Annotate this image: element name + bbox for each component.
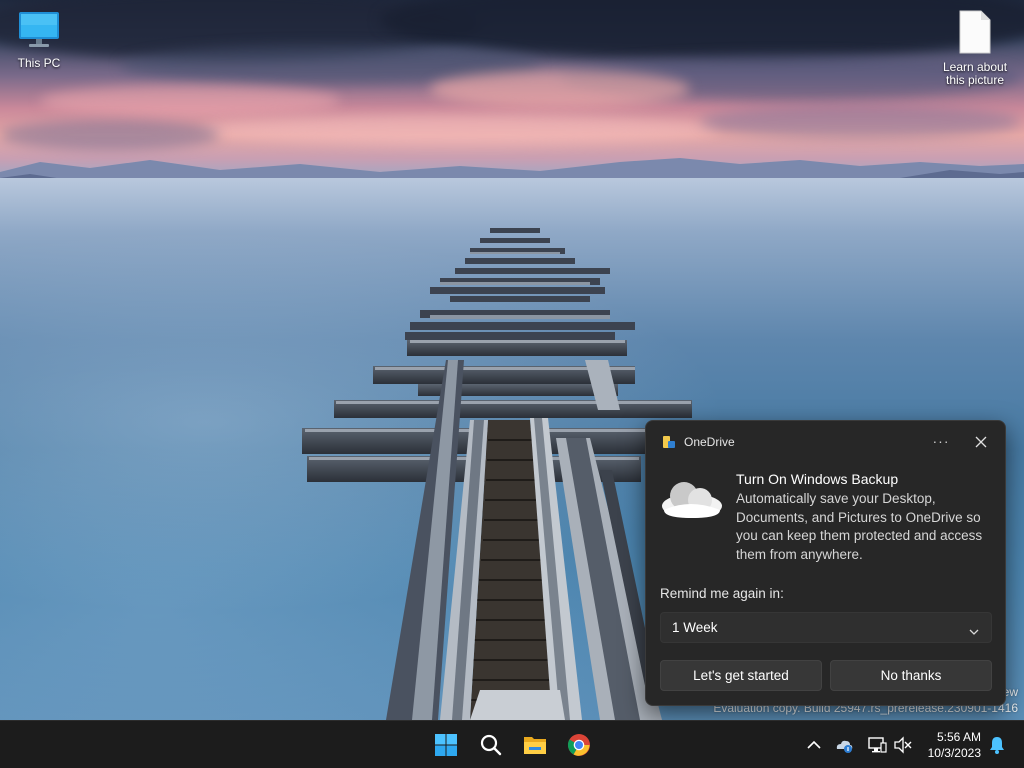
- remind-label: Remind me again in:: [660, 586, 784, 601]
- notification-app-name: OneDrive: [684, 435, 735, 449]
- desktop: This PC Learn about this picture ew Eval…: [0, 0, 1024, 768]
- clock-date: 10/3/2023: [927, 746, 981, 760]
- notification-title: Turn On Windows Backup: [736, 471, 899, 487]
- monitor-icon: [0, 10, 79, 53]
- clock-button[interactable]: 5:56 AM 10/3/2023: [928, 729, 981, 761]
- desktop-icon-this-pc[interactable]: This PC: [0, 10, 79, 70]
- desktop-icon-label: This PC: [17, 56, 61, 70]
- volume-button[interactable]: [893, 735, 913, 755]
- file-icon: [935, 10, 1015, 57]
- onedrive-app-icon: [662, 435, 676, 449]
- notification-center-button[interactable]: [987, 735, 1007, 755]
- taskbar: 5:56 AM 10/3/2023: [0, 720, 1024, 768]
- chevron-up-icon: [807, 740, 821, 749]
- start-button[interactable]: [428, 727, 464, 763]
- remind-interval-select[interactable]: 1 Week: [660, 612, 992, 643]
- network-button[interactable]: [867, 735, 887, 755]
- more-options-button[interactable]: ···: [927, 430, 955, 454]
- file-explorer-icon: [524, 737, 546, 754]
- close-icon: [975, 435, 987, 452]
- onedrive-cloud-icon: [660, 476, 724, 520]
- search-button[interactable]: [473, 727, 509, 763]
- notification-body: Automatically save your Desktop, Documen…: [736, 491, 983, 562]
- search-icon: [480, 734, 502, 756]
- start-icon: [435, 734, 457, 756]
- remind-interval-value: 1 Week: [672, 620, 718, 635]
- chevron-down-icon: [969, 623, 979, 641]
- network-icon: [868, 737, 887, 753]
- clock-time: 5:56 AM: [936, 730, 981, 744]
- chrome-button[interactable]: [561, 727, 597, 763]
- onedrive-backup-notification: OneDrive ··· Turn On Windows Backup Auto…: [645, 420, 1006, 706]
- desktop-icon-learn-about-picture[interactable]: Learn about this picture: [935, 10, 1015, 87]
- file-explorer-button[interactable]: [517, 727, 553, 763]
- chrome-icon: [567, 734, 590, 756]
- desktop-icon-label: Learn about this picture: [942, 60, 1008, 87]
- lets-get-started-button[interactable]: Let's get started: [660, 660, 822, 691]
- notification-header: OneDrive: [662, 434, 735, 450]
- close-notification-button[interactable]: [967, 430, 995, 454]
- onedrive-tray-button[interactable]: [834, 735, 854, 755]
- show-hidden-icons-button[interactable]: [804, 735, 824, 755]
- onedrive-cloud-icon: [836, 740, 853, 753]
- no-thanks-button[interactable]: No thanks: [830, 660, 992, 691]
- volume-muted-icon: [894, 736, 912, 754]
- bell-icon: [990, 737, 1004, 754]
